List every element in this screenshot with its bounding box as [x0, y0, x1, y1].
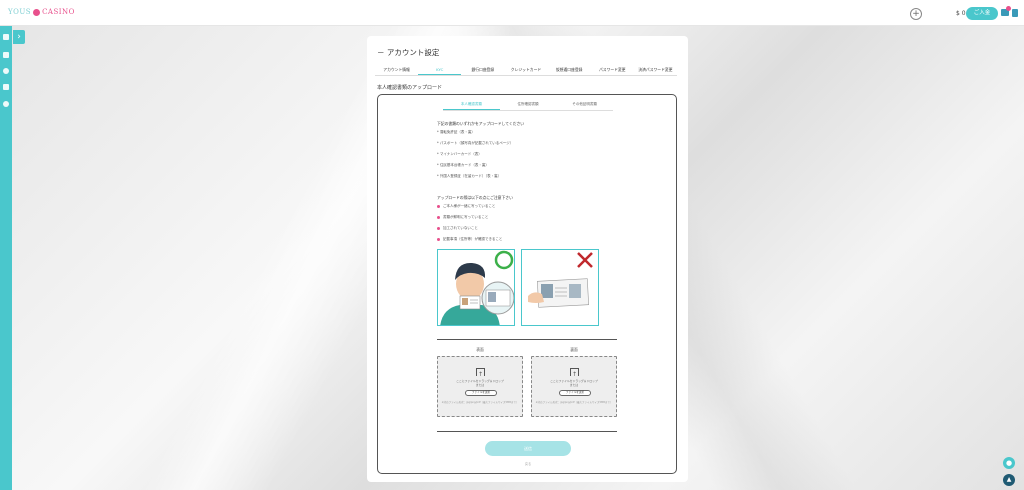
- top-bar: YOUS CASINO + $ 0 ご入金: [0, 0, 1024, 26]
- ticket-icon[interactable]: [3, 84, 9, 90]
- scroll-top-icon[interactable]: ▲: [1003, 474, 1015, 486]
- notification-badge: [1006, 6, 1011, 11]
- tab-payment-password[interactable]: 決済パスワード変更: [634, 66, 677, 75]
- front-upload-dropzone[interactable]: ↑ ここにファイルをドラッグ＆ドロップ または ファイルを選択 ※対応ファイル形…: [437, 356, 523, 417]
- back-link[interactable]: 戻る: [516, 461, 540, 466]
- chat-icon[interactable]: ●: [1003, 457, 1015, 469]
- bullet-icon: [437, 238, 440, 241]
- upload-arrow-icon: ↑: [572, 371, 578, 378]
- requirement-text: ご本人様が一緒に写っていること: [443, 204, 496, 208]
- game-icon[interactable]: [3, 34, 9, 40]
- logo-text-left: YOUS: [8, 8, 32, 16]
- list-item: ご本人様が一緒に写っていること: [437, 204, 502, 215]
- doc-heading: 下記の書類のいずれかをアップロードしてください: [437, 121, 525, 126]
- format-note: ※対応ファイル形式：jpg/png/pdf（最大ファイルサイズ5MBまで）: [535, 401, 613, 404]
- list-item: * パスポート（顔写真が記載されているページ）: [437, 141, 514, 145]
- front-label: 表面: [476, 347, 484, 352]
- logo-mark-icon: [33, 8, 41, 16]
- drop-text-or: または: [475, 383, 485, 387]
- bad-example-illustration: [521, 249, 599, 326]
- back-upload-dropzone[interactable]: ↑ ここにファイルをドラッグ＆ドロップ または ファイルを選択 ※対応ファイル形…: [531, 356, 617, 417]
- list-item: * 運転免許証（表・裏）: [437, 130, 475, 134]
- good-example-illustration: [437, 249, 515, 326]
- tab-credit-card[interactable]: クレジットカード: [504, 66, 547, 75]
- site-logo[interactable]: YOUS CASINO: [8, 8, 75, 16]
- sidebar-toggle-chevron-icon[interactable]: ›: [13, 30, 25, 44]
- requirement-text: 書類が鮮明に写っていること: [443, 215, 489, 219]
- tab-account-info[interactable]: アカウント情報: [375, 66, 418, 75]
- deposit-button[interactable]: ご入金: [966, 7, 998, 20]
- list-item: * 外国人登録証（在留カード）（表・裏）: [437, 174, 502, 178]
- list-item: * 住民基本台帳カード（表・裏）: [437, 163, 489, 167]
- kyc-subtabs: 本人確認書類 住所確認書類 その他証明書類: [443, 100, 613, 111]
- left-sidebar: [0, 26, 12, 490]
- section-title: 本人確認書類のアップロード: [377, 85, 443, 91]
- add-circle-icon[interactable]: +: [910, 8, 922, 20]
- submit-button[interactable]: 送信: [485, 441, 571, 456]
- list-item: 加工されていないこと: [437, 226, 502, 237]
- language-icon[interactable]: [1012, 9, 1018, 17]
- tab-crypto-account[interactable]: 仮想通口座登録: [548, 66, 591, 75]
- support-icon[interactable]: [3, 101, 9, 107]
- subtab-identity[interactable]: 本人確認書類: [443, 100, 500, 110]
- settings-tabs: アカウント情報 KYC 銀行口座登録 クレジットカード 仮想通口座登録 パスワー…: [375, 66, 677, 76]
- id-card-only-image: [522, 250, 598, 325]
- subtab-other[interactable]: その他証明書類: [556, 100, 613, 110]
- tab-bank-account[interactable]: 銀行口座登録: [461, 66, 504, 75]
- doc-list: * 運転免許証（表・裏） * パスポート（顔写真が記載されているページ） * マ…: [437, 130, 513, 185]
- divider: [437, 431, 617, 432]
- requirement-text: 記載事項（住所等）が確認できること: [443, 237, 503, 241]
- front-file-select-button[interactable]: ファイルを選択: [465, 390, 497, 396]
- chip-icon[interactable]: [3, 68, 9, 74]
- requirements-heading: アップロードの際は以下の点にご注意下さい: [437, 195, 513, 200]
- person-holding-id-image: [438, 250, 514, 325]
- divider: [437, 339, 617, 340]
- bullet-icon: [437, 216, 440, 219]
- account-settings-panel: － アカウント設定 アカウント情報 KYC 銀行口座登録 クレジットカード 仮想…: [367, 36, 688, 482]
- requirements-list: ご本人様が一緒に写っていること 書類が鮮明に写っていること 加工されていないこと…: [437, 204, 502, 248]
- tab-kyc[interactable]: KYC: [418, 66, 462, 75]
- grid-icon[interactable]: [3, 52, 9, 58]
- subtab-address[interactable]: 住所確認書類: [500, 100, 557, 110]
- list-item: * マイナンバーカード（表）: [437, 152, 482, 156]
- back-file-select-button[interactable]: ファイルを選択: [559, 390, 591, 396]
- upload-arrow-icon: ↑: [478, 371, 484, 378]
- back-label: 裏面: [570, 347, 578, 352]
- format-note: ※対応ファイル形式：jpg/png/pdf（最大ファイルサイズ5MBまで）: [441, 401, 519, 404]
- logo-text-right: CASINO: [42, 8, 75, 16]
- balance-display: $ 0: [956, 10, 966, 17]
- page-title: － アカウント設定: [377, 48, 440, 57]
- bullet-icon: [437, 205, 440, 208]
- kyc-upload-box: 本人確認書類 住所確認書類 その他証明書類 下記の書類のいずれかをアップロードし…: [377, 94, 677, 474]
- requirement-text: 加工されていないこと: [443, 226, 478, 230]
- tab-password[interactable]: パスワード変更: [591, 66, 634, 75]
- list-item: 記載事項（住所等）が確認できること: [437, 237, 502, 248]
- bullet-icon: [437, 227, 440, 230]
- drop-text-or: または: [569, 383, 579, 387]
- list-item: 書類が鮮明に写っていること: [437, 215, 502, 226]
